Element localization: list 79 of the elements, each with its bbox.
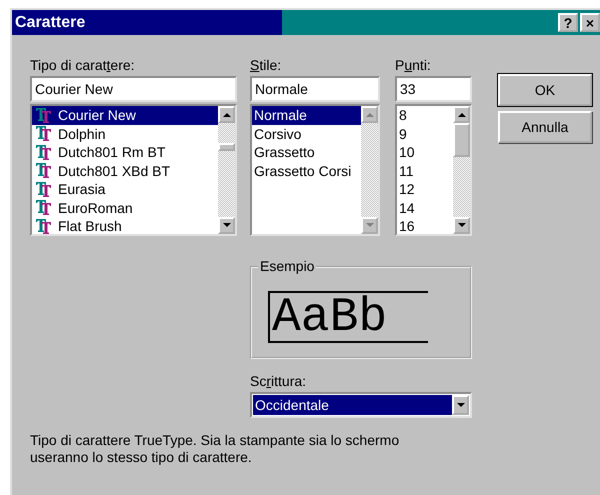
item-label: 16 <box>399 218 415 234</box>
list-item[interactable]: Dolphin <box>32 124 218 143</box>
size-label: Punti: <box>395 57 432 75</box>
scroll-thumb[interactable] <box>453 123 470 157</box>
font-list[interactable]: Courier New Dolphin Dutch801 Rm BT Dutch801 XBd BT Eurasia EuroRoman Flat Brush <box>30 104 237 236</box>
item-label: 14 <box>399 200 415 216</box>
list-item[interactable]: EuroRoman <box>32 198 218 217</box>
scroll-up-button[interactable] <box>453 106 470 123</box>
item-label: 8 <box>399 107 407 124</box>
scroll-up-button[interactable] <box>218 106 235 123</box>
list-item[interactable]: 14 <box>397 198 453 217</box>
list-item[interactable]: 8 <box>397 106 453 124</box>
style-field[interactable]: Normale <box>250 76 380 102</box>
item-label: Courier New <box>58 107 136 124</box>
truetype-icon <box>36 126 52 142</box>
list-item[interactable]: Grassetto <box>252 143 361 162</box>
dropdown-button[interactable] <box>452 395 469 415</box>
style-list[interactable]: Normale Corsivo Grassetto Grassetto Corsi <box>250 104 380 236</box>
list-item[interactable]: 12 <box>397 180 453 198</box>
close-button[interactable]: × <box>580 13 600 32</box>
style-label: Stile: <box>250 57 282 75</box>
up-arrow-icon <box>222 112 230 117</box>
item-label: Dutch801 XBd BT <box>58 162 170 179</box>
font-label: Tipo di carattere: <box>30 57 136 75</box>
list-item[interactable]: 16 <box>397 217 453 234</box>
list-item[interactable]: Normale <box>252 106 361 124</box>
truetype-icon <box>36 163 52 178</box>
list-item[interactable]: 10 <box>397 143 453 162</box>
list-item[interactable]: Eurasia <box>32 180 218 198</box>
font-field[interactable]: Courier New <box>30 76 237 102</box>
down-arrow-icon <box>366 223 374 228</box>
ok-button[interactable]: OK <box>498 74 592 106</box>
item-label: 11 <box>399 162 414 179</box>
item-label: 9 <box>399 126 407 142</box>
item-label: Eurasia <box>58 181 106 198</box>
item-label: Normale <box>254 107 307 124</box>
list-item[interactable]: Courier New <box>32 106 218 124</box>
list-item[interactable]: Flat Brush <box>32 217 218 234</box>
truetype-icon <box>36 200 52 216</box>
group-legend: Esempio <box>258 258 316 274</box>
script-dropdown[interactable]: Occidentale <box>250 392 472 418</box>
help-button[interactable]: ? <box>558 13 578 32</box>
truetype-icon <box>36 218 52 234</box>
dropdown-value: Occidentale <box>253 395 452 415</box>
item-label: Dutch801 Rm BT <box>58 144 166 160</box>
scroll-down-button[interactable] <box>453 217 470 234</box>
cancel-button[interactable]: Annulla <box>498 111 592 143</box>
font-description: Tipo di carattere TrueType. Sia la stampante sia lo schermo useranno lo stesso tipo di carattere. <box>30 432 400 466</box>
item-label: 12 <box>399 181 415 198</box>
truetype-icon <box>36 182 52 197</box>
script-label: Scrittura: <box>250 373 308 391</box>
list-item[interactable]: Grassetto Corsi <box>252 162 361 180</box>
item-label: Corsivo <box>254 126 302 142</box>
down-arrow-icon <box>222 223 230 228</box>
scroll-thumb[interactable] <box>218 143 235 151</box>
window-title: Carattere <box>15 14 86 32</box>
list-item[interactable]: Dutch801 Rm BT <box>32 143 218 162</box>
sample-text: AaBb <box>268 290 428 342</box>
list-item[interactable]: Corsivo <box>252 124 361 143</box>
size-field[interactable]: 33 <box>395 76 472 102</box>
list-item[interactable]: Dutch801 XBd BT <box>32 162 218 180</box>
list-item[interactable]: 11 <box>397 162 453 180</box>
list-item[interactable]: 9 <box>397 124 453 143</box>
item-label: EuroRoman <box>58 200 133 216</box>
item-label: Dolphin <box>58 126 106 142</box>
down-arrow-icon <box>458 223 466 228</box>
up-arrow-icon <box>366 112 374 117</box>
down-arrow-icon <box>456 402 464 408</box>
item-label: Grassetto Corsi <box>254 162 352 179</box>
truetype-icon <box>36 144 52 160</box>
scrollbar[interactable] <box>453 106 470 234</box>
scrollbar[interactable] <box>218 106 235 234</box>
item-label: Grassetto <box>254 144 315 160</box>
size-list[interactable]: 8 9 10 11 12 14 16 <box>395 104 472 236</box>
item-label: 10 <box>399 144 415 160</box>
truetype-icon <box>36 108 52 123</box>
up-arrow-icon <box>458 112 466 117</box>
item-label: Flat Brush <box>58 218 122 234</box>
scroll-down-button[interactable] <box>218 217 235 234</box>
